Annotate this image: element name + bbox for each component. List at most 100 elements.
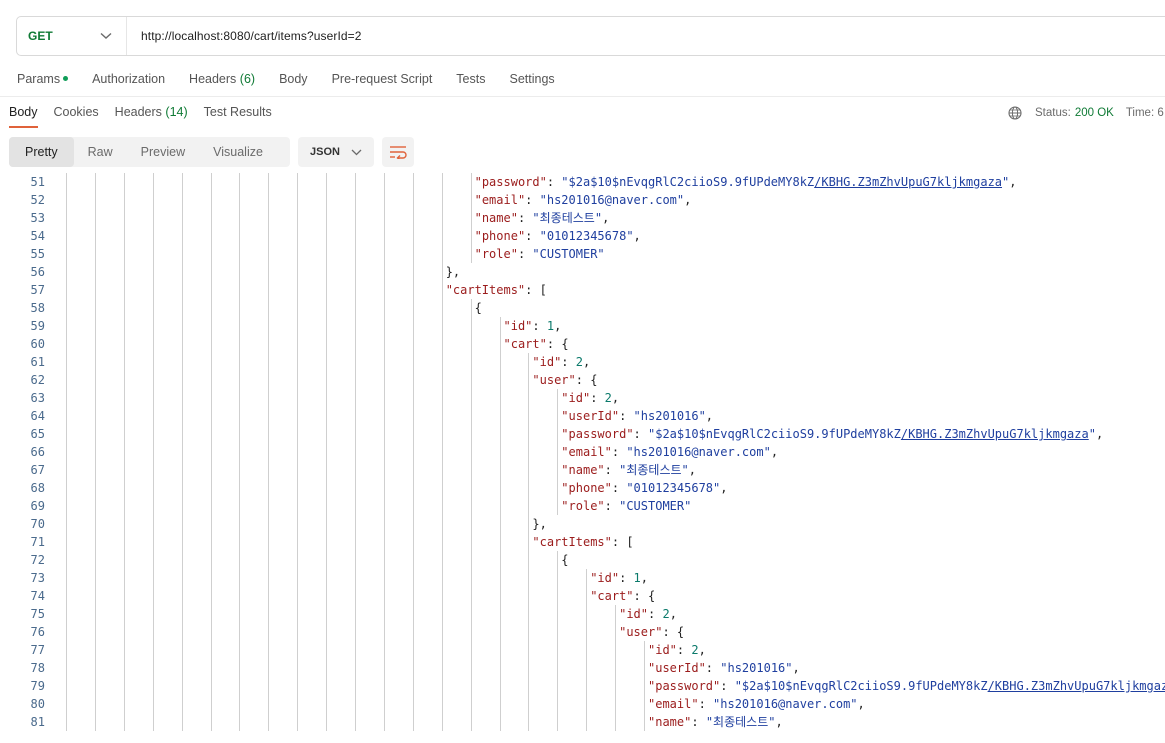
view-visualize[interactable]: Visualize bbox=[199, 137, 277, 167]
tab-headers[interactable]: Headers (6) bbox=[189, 72, 255, 88]
indent-guide bbox=[326, 533, 328, 551]
indent-guide bbox=[239, 461, 241, 479]
code-text: "email": "hs201016@naver.com", bbox=[561, 445, 779, 459]
link-segment[interactable]: /KBHG.Z3mZhvUpuG7kljkmgaza bbox=[988, 679, 1165, 693]
indent-guide bbox=[210, 479, 212, 497]
indent-guide bbox=[326, 407, 328, 425]
code-text: }, bbox=[532, 515, 546, 533]
indent-guide bbox=[297, 515, 299, 533]
indent-guide bbox=[441, 263, 443, 281]
indent-guide bbox=[210, 227, 212, 245]
indent-guide bbox=[412, 173, 414, 191]
json-key: "cartItems" bbox=[532, 535, 612, 549]
indent-guide bbox=[181, 479, 183, 497]
indent-guide bbox=[297, 353, 299, 371]
indent-guide bbox=[615, 713, 617, 731]
indent-guide bbox=[441, 281, 443, 299]
indent-guide bbox=[66, 515, 67, 533]
indent-guide bbox=[499, 479, 501, 497]
indent-guide bbox=[355, 335, 356, 353]
indent-guide bbox=[297, 245, 299, 263]
link-segment[interactable]: /KBHG.Z3mZhvUpuG7kljkmgaza bbox=[814, 175, 1002, 189]
indent-guide bbox=[66, 605, 67, 623]
indent-guide bbox=[297, 695, 299, 713]
tab-response-body[interactable]: Body bbox=[9, 105, 38, 128]
indent-guide bbox=[268, 569, 270, 587]
indent-guide bbox=[528, 569, 530, 587]
wrap-lines-button[interactable] bbox=[382, 137, 414, 167]
indent-guide bbox=[181, 227, 183, 245]
globe-icon[interactable] bbox=[1008, 106, 1022, 120]
tab-authorization[interactable]: Authorization bbox=[92, 72, 165, 88]
indent-guide bbox=[412, 569, 414, 587]
time-label[interactable]: Time: 6 bbox=[1126, 107, 1164, 119]
view-pretty[interactable]: Pretty bbox=[9, 137, 74, 167]
tab-response-headers[interactable]: Headers (14) bbox=[115, 105, 188, 128]
indent-guide bbox=[297, 389, 299, 407]
indent-guide bbox=[326, 209, 328, 227]
indent-guide bbox=[441, 389, 443, 407]
indent-guide bbox=[210, 533, 212, 551]
indent-guide bbox=[383, 407, 385, 425]
indent-guide bbox=[66, 245, 67, 263]
code-line: 61 "id": 2, bbox=[0, 353, 1165, 371]
tab-cookies[interactable]: Cookies bbox=[54, 105, 99, 128]
indent-guide bbox=[355, 263, 356, 281]
tab-test-results[interactable]: Test Results bbox=[204, 105, 272, 128]
indent-guide bbox=[152, 227, 154, 245]
indent-guide bbox=[123, 641, 125, 659]
line-number: 64 bbox=[30, 409, 45, 423]
indent-guide bbox=[152, 623, 154, 641]
indent-guide bbox=[66, 623, 67, 641]
indent-guide bbox=[355, 281, 356, 299]
json-punctuation: [ bbox=[539, 283, 547, 297]
indent-guide bbox=[297, 497, 299, 515]
indent-guide bbox=[268, 641, 270, 659]
json-value: "hs201016" bbox=[720, 661, 793, 675]
indent-guide bbox=[152, 335, 154, 353]
indent-guide bbox=[355, 245, 356, 263]
json-key: "phone" bbox=[561, 481, 612, 495]
indent-guide bbox=[355, 623, 356, 641]
link-segment[interactable]: /KBHG.Z3mZhvUpuG7kljkmgaza bbox=[901, 427, 1089, 441]
tab-pre-request-script[interactable]: Pre-request Script bbox=[332, 72, 433, 88]
code-line: 57 "cartItems": [ bbox=[0, 281, 1165, 299]
json-key: "email" bbox=[648, 697, 699, 711]
indent-guide bbox=[615, 677, 617, 695]
indent-guide bbox=[268, 461, 270, 479]
indent-guide bbox=[383, 371, 385, 389]
indent-guide bbox=[239, 497, 241, 515]
indent-guide bbox=[528, 695, 530, 713]
view-raw[interactable]: Raw bbox=[74, 137, 127, 167]
indent-guide bbox=[239, 263, 241, 281]
format-select[interactable]: JSON bbox=[298, 137, 374, 167]
url-input[interactable]: http://localhost:8080/cart/items?userId=… bbox=[127, 29, 362, 43]
response-body-viewer[interactable]: 51 "password": "$2a$10$nEvqgRlC2ciioS9.9f… bbox=[0, 173, 1165, 743]
indent-guide bbox=[152, 479, 154, 497]
indent-guide bbox=[181, 533, 183, 551]
indent-guide bbox=[355, 209, 356, 227]
indent-guide bbox=[123, 497, 125, 515]
indent-guide bbox=[470, 515, 472, 533]
indent-guide bbox=[355, 515, 356, 533]
view-preview[interactable]: Preview bbox=[127, 137, 199, 167]
indent-guide bbox=[557, 677, 559, 695]
tab-settings[interactable]: Settings bbox=[509, 72, 554, 88]
indent-guide bbox=[528, 497, 530, 515]
indent-guide bbox=[268, 515, 270, 533]
tab-tests[interactable]: Tests bbox=[456, 72, 485, 88]
tab-params[interactable]: Params bbox=[17, 72, 69, 88]
json-key: "cartItems" bbox=[445, 283, 526, 297]
response-status: Status: 200 OK Time: 6 bbox=[1008, 106, 1164, 120]
status-value[interactable]: 200 OK bbox=[1075, 107, 1114, 119]
indent-guide bbox=[383, 335, 385, 353]
indent-guide bbox=[644, 695, 645, 713]
indent-guide bbox=[181, 209, 183, 227]
tab-body[interactable]: Body bbox=[279, 72, 308, 88]
indent-guide bbox=[94, 641, 96, 659]
indent-guide bbox=[383, 497, 385, 515]
indent-guide bbox=[123, 587, 125, 605]
method-select[interactable]: GET bbox=[17, 17, 127, 55]
json-key: "user" bbox=[619, 625, 663, 639]
line-number: 69 bbox=[30, 499, 45, 513]
